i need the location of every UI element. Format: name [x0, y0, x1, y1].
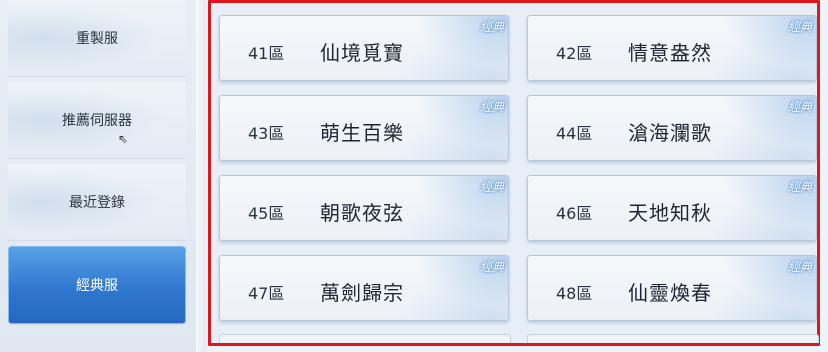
- server-number: 47區: [248, 284, 285, 303]
- server-card-43[interactable]: 經典 43區 萌生百樂: [219, 95, 509, 161]
- server-number: 42區: [556, 44, 593, 63]
- server-name: 滄海瀾歌: [628, 121, 712, 145]
- sidebar-item-label: 重製服: [76, 31, 118, 47]
- classic-badge: 經典: [479, 100, 504, 114]
- server-number: 44區: [556, 124, 593, 143]
- classic-badge: 經典: [787, 100, 812, 114]
- server-name: 情意盎然: [628, 41, 712, 65]
- server-number: 41區: [248, 44, 285, 63]
- sidebar-divider: [196, 0, 206, 352]
- classic-badge: 經典: [479, 20, 504, 34]
- sidebar-item-remake-server[interactable]: 重製服: [8, 0, 186, 77]
- classic-badge: 經典: [787, 180, 812, 194]
- mouse-cursor-icon: ⇖: [118, 132, 129, 146]
- server-number: 43區: [248, 124, 285, 143]
- server-card-44[interactable]: 經典 44區 滄海瀾歌: [527, 95, 817, 161]
- server-name: 天地知秋: [628, 201, 712, 225]
- server-card-45[interactable]: 經典 45區 朝歌夜弦: [219, 175, 509, 241]
- server-card-partial[interactable]: [527, 334, 819, 343]
- server-category-sidebar: 重製服 推薦伺服器 最近登錄 經典服 ⇖: [0, 0, 200, 352]
- classic-badge: 經典: [479, 260, 504, 274]
- classic-badge: 經典: [787, 20, 812, 34]
- server-card-partial[interactable]: [219, 334, 511, 343]
- server-number: 46區: [556, 204, 593, 223]
- sidebar-item-recent-login[interactable]: 最近登錄: [8, 164, 186, 241]
- server-card-47[interactable]: 經典 47區 萬劍歸宗: [219, 255, 509, 321]
- server-card-42[interactable]: 經典 42區 情意盎然: [527, 15, 817, 81]
- server-list-panel: 經典 41區 仙境覓寶 經典 42區 情意盎然 經典 43區 萌生百樂 經典 4…: [208, 0, 820, 346]
- server-card-41[interactable]: 經典 41區 仙境覓寶: [219, 15, 509, 81]
- sidebar-item-label: 經典服: [76, 278, 118, 294]
- server-number: 48區: [556, 284, 593, 303]
- server-name: 朝歌夜弦: [320, 201, 404, 225]
- server-name: 仙靈煥春: [628, 281, 712, 305]
- classic-badge: 經典: [479, 180, 504, 194]
- server-name: 萬劍歸宗: [320, 281, 404, 305]
- classic-badge: 經典: [787, 260, 812, 274]
- sidebar-item-label: 推薦伺服器: [62, 113, 132, 129]
- sidebar-item-label: 最近登錄: [69, 195, 125, 211]
- server-number: 45區: [248, 204, 285, 223]
- server-card-48[interactable]: 經典 48區 仙靈煥春: [527, 255, 817, 321]
- server-name: 仙境覓寶: [320, 41, 404, 65]
- server-name: 萌生百樂: [320, 121, 404, 145]
- sidebar-item-recommended-servers[interactable]: 推薦伺服器: [8, 82, 186, 159]
- sidebar-item-classic-server[interactable]: 經典服: [8, 246, 186, 325]
- server-card-46[interactable]: 經典 46區 天地知秋: [527, 175, 817, 241]
